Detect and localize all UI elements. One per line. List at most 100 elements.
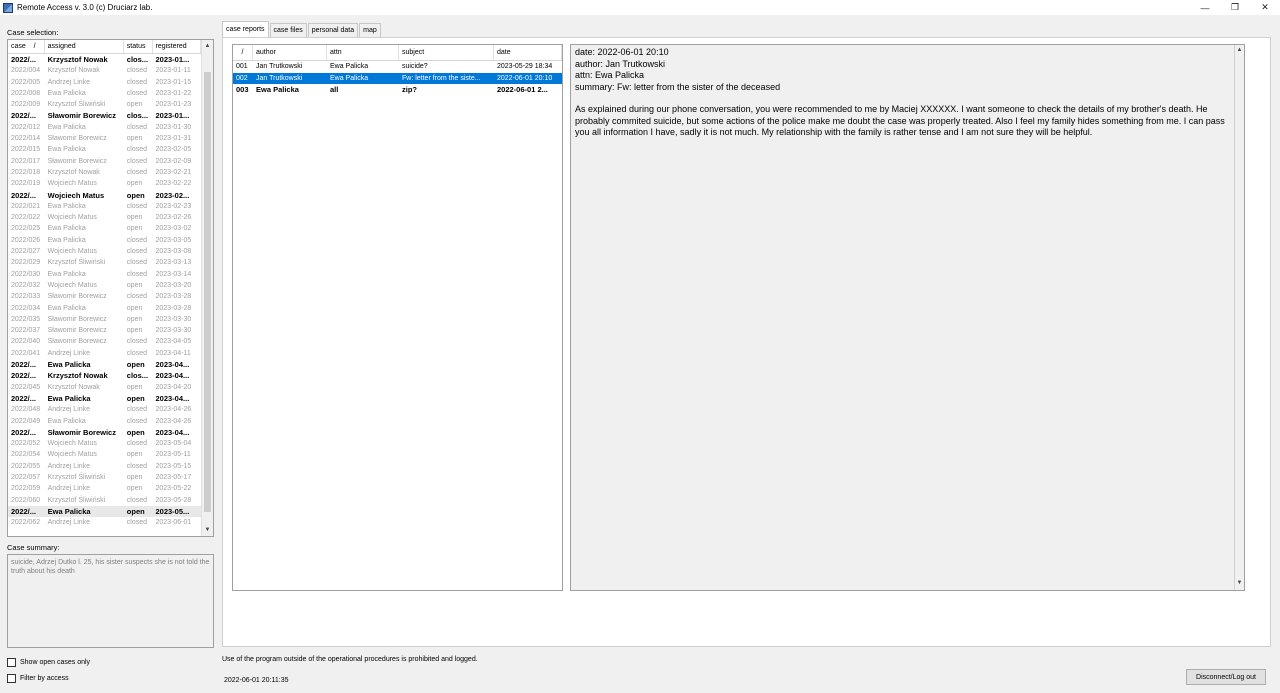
case-row[interactable]: 2022/059 Andrzej Linke open 2023-05-22 xyxy=(8,483,201,494)
case-cell-status: closed xyxy=(126,496,148,504)
case-cell-status: clos... xyxy=(126,111,149,121)
case-row[interactable]: 2022/062 Andrzej Linke closed 2023-06-01 xyxy=(8,517,201,528)
case-row[interactable]: 2022/018 Krzysztof Nowak closed 2023-02-21 xyxy=(8,167,201,178)
case-row[interactable]: 2022/... Sławomir Borewicz open 2023-04... xyxy=(8,427,201,438)
tab-case-files[interactable]: case files xyxy=(269,23,307,37)
case-row[interactable]: 2022/008 Ewa Palicka closed 2023-01-22 xyxy=(8,88,201,99)
case-row[interactable]: 2022/026 Ewa Palicka closed 2023-03-05 xyxy=(8,235,201,246)
case-row[interactable]: 2022/054 Wojciech Matus open 2023-05-11 xyxy=(8,449,201,460)
column-header-sort[interactable]: / xyxy=(233,45,253,60)
minimize-button[interactable]: — xyxy=(1190,0,1220,15)
case-row[interactable]: 2022/037 Sławomir Borewicz open 2023-03-30 xyxy=(8,325,201,336)
case-row[interactable]: 2022/045 Krzysztof Nowak open 2023-04-20 xyxy=(8,382,201,393)
case-row[interactable]: 2022/004 Krzysztof Nowak closed 2023-01-11 xyxy=(8,65,201,76)
case-row[interactable]: 2022/019 Wojciech Matus open 2023-02-22 xyxy=(8,178,201,189)
case-row[interactable]: 2022/057 Krzysztof Śliwiński open 2023-05-1… xyxy=(8,472,201,483)
case-cell-assigned: Krzysztof Śliwiński xyxy=(47,101,106,109)
logout-button[interactable]: Disconnect/Log out xyxy=(1186,669,1266,685)
case-row[interactable]: 2022/041 Andrzej Linke closed 2023-04-11 xyxy=(8,348,201,359)
case-cell-registered: 2023-02-26 xyxy=(155,214,192,222)
show-open-cases-checkbox[interactable]: Show open cases only xyxy=(7,658,90,667)
report-view[interactable]: date: 2022-06-01 20:10 author: Jan Trutk… xyxy=(570,44,1245,591)
case-row[interactable]: 2022/060 Krzysztof Śliwiński closed 2023-05… xyxy=(8,495,201,506)
case-rows: 2022/... Krzysztof Nowak clos... 2023-01...… xyxy=(8,54,201,528)
report-list[interactable]: / author attn subject date 001 Jan Trutko… xyxy=(232,44,563,591)
close-button[interactable]: ✕ xyxy=(1250,0,1280,15)
report-summary: summary: Fw: letter from the sister of t… xyxy=(575,81,781,92)
case-cell-case: 2022/025 xyxy=(11,225,41,233)
report-cell-subject: suicide? xyxy=(402,63,428,70)
column-header-date[interactable]: date xyxy=(494,45,562,60)
column-header-attn[interactable]: attn xyxy=(327,45,399,60)
case-row[interactable]: 2022/035 Sławomir Borewicz open 2023-03-30 xyxy=(8,314,201,325)
scroll-up-icon[interactable]: ▲ xyxy=(202,40,213,52)
checkbox-icon[interactable] xyxy=(7,674,16,683)
case-row[interactable]: 2022/... Sławomir Borewicz clos... 2023-01.… xyxy=(8,110,201,121)
case-row[interactable]: 2022/040 Sławomir Borewicz closed 2023-04-0… xyxy=(8,336,201,347)
filter-by-access-checkbox[interactable]: Filter by access xyxy=(7,674,69,683)
case-row[interactable]: 2022/027 Wojciech Matus closed 2023-03-08 xyxy=(8,246,201,257)
case-row[interactable]: 2022/012 Ewa Palicka closed 2023-01-30 xyxy=(8,122,201,133)
case-cell-registered: 2023-04-26 xyxy=(155,406,192,414)
scroll-down-icon[interactable]: ▼ xyxy=(1235,578,1244,590)
case-cell-case: 2022/034 xyxy=(11,304,41,312)
case-cell-registered: 2023-04... xyxy=(155,360,190,370)
case-row[interactable]: 2022/052 Wojciech Matus closed 2023-05-04 xyxy=(8,438,201,449)
case-row[interactable]: 2022/048 Andrzej Linke closed 2023-04-26 xyxy=(8,404,201,415)
case-row[interactable]: 2022/049 Ewa Palicka closed 2023-04-26 xyxy=(8,416,201,427)
report-view-scrollbar[interactable]: ▲ ▼ xyxy=(1234,45,1244,590)
case-row[interactable]: 2022/025 Ewa Palicka open 2023-03-02 xyxy=(8,223,201,234)
case-cell-status: closed xyxy=(126,168,148,176)
case-row[interactable]: 2022/029 Krzysztof Śliwiński closed 2023-03… xyxy=(8,257,201,268)
case-row[interactable]: 2022/022 Wojciech Matus open 2023-02-26 xyxy=(8,212,201,223)
case-row[interactable]: 2022/032 Wojciech Matus open 2023-03-20 xyxy=(8,280,201,291)
maximize-button[interactable]: ❐ xyxy=(1220,0,1250,15)
tab-personal-data[interactable]: personal data xyxy=(307,23,359,37)
case-row[interactable]: 2022/009 Krzysztof Śliwiński open 2023-01-2… xyxy=(8,99,201,110)
report-cell-num: 002 xyxy=(236,74,248,82)
scroll-up-icon[interactable]: ▲ xyxy=(1235,45,1244,57)
case-cell-status: open xyxy=(126,101,143,109)
case-row[interactable]: 2022/... Ewa Palicka open 2023-04... xyxy=(8,393,201,404)
case-row[interactable]: 2022/... Ewa Palicka open 2023-04... xyxy=(8,359,201,370)
case-row[interactable]: 2022/017 Sławomir Borewicz closed 2023-02-0… xyxy=(8,156,201,167)
case-cell-registered: 2023-03-28 xyxy=(155,304,192,312)
case-row[interactable]: 2022/021 Ewa Palicka closed 2023-02-23 xyxy=(8,201,201,212)
case-row[interactable]: 2022/014 Sławomir Borewicz open 2023-01-31 xyxy=(8,133,201,144)
case-row[interactable]: 2022/015 Ewa Palicka closed 2023-02-05 xyxy=(8,144,201,155)
scroll-thumb[interactable] xyxy=(204,72,211,512)
case-row[interactable]: 2022/... Krzysztof Nowak clos... 2023-04... xyxy=(8,370,201,381)
column-header-registered[interactable]: registered xyxy=(153,40,201,53)
case-cell-status: open xyxy=(126,180,143,188)
case-row[interactable]: 2022/... Wojciech Matus open 2023-02... xyxy=(8,190,201,201)
case-row[interactable]: 2022/... Krzysztof Nowak clos... 2023-01... xyxy=(8,54,201,65)
case-cell-status: open xyxy=(126,383,143,391)
column-header-subject[interactable]: subject xyxy=(399,45,494,60)
case-cell-assigned: Andrzej Linke xyxy=(47,78,91,86)
column-header-assigned[interactable]: assigned xyxy=(45,40,124,53)
case-cell-status: closed xyxy=(126,78,148,86)
case-cell-case: 2022/032 xyxy=(11,281,41,289)
usage-notice: Use of the program outside of the operat… xyxy=(222,656,478,663)
case-row[interactable]: 2022/005 Andrzej Linke closed 2023-01-15 xyxy=(8,77,201,88)
case-row[interactable]: 2022/033 Sławomir Borewicz closed 2023-03-2… xyxy=(8,291,201,302)
checkbox-icon[interactable] xyxy=(7,658,16,667)
case-row[interactable]: 2022/... Ewa Palicka open 2023-05... xyxy=(8,505,201,518)
case-cell-registered: 2023-02... xyxy=(155,190,190,200)
report-row[interactable]: 002 Jan Trutkowski Ewa Palicka Fw: letter f… xyxy=(233,72,562,84)
case-cell-status: open xyxy=(126,281,143,289)
case-list-scrollbar[interactable]: ▲ ▼ xyxy=(201,40,213,536)
column-header-case[interactable]: case / xyxy=(8,40,45,53)
case-list[interactable]: case / assigned status registered 2022/.… xyxy=(7,39,214,537)
case-row[interactable]: 2022/034 Ewa Palicka open 2023-03-28 xyxy=(8,303,201,314)
case-row[interactable]: 2022/030 Ewa Palicka closed 2023-03-14 xyxy=(8,269,201,280)
report-row[interactable]: 003 Ewa Palicka all zip? 2022-06-01 2... xyxy=(233,84,562,96)
case-cell-registered: 2023-01... xyxy=(155,55,190,64)
report-row[interactable]: 001 Jan Trutkowski Ewa Palicka suicide? 2023… xyxy=(233,61,562,73)
column-header-status[interactable]: status xyxy=(124,40,153,53)
tab-case-reports[interactable]: case reports xyxy=(222,21,269,37)
column-header-author[interactable]: author xyxy=(253,45,327,60)
case-row[interactable]: 2022/055 Andrzej Linke closed 2023-05-15 xyxy=(8,461,201,472)
scroll-down-icon[interactable]: ▼ xyxy=(202,524,213,536)
tab-map[interactable]: map xyxy=(359,23,381,37)
